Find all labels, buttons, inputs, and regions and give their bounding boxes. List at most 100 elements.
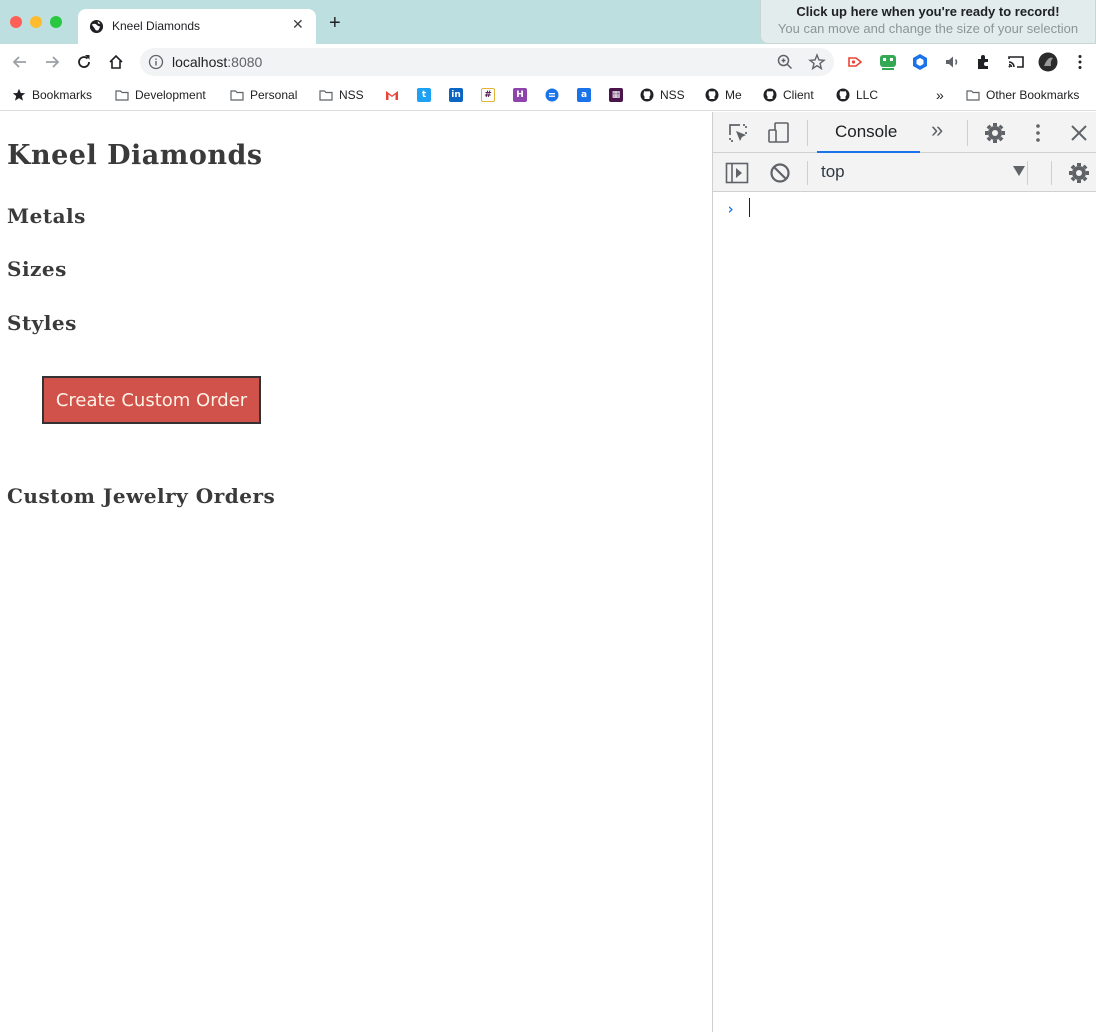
bookmark-development[interactable]: Development: [115, 86, 206, 104]
zoom-window-button[interactable]: [50, 16, 62, 28]
toolbar-divider: [1051, 161, 1052, 185]
recorder-overlay[interactable]: Click up here when you're ready to recor…: [760, 0, 1096, 44]
slack-icon: #: [481, 88, 495, 102]
bookmark-label: Other Bookmarks: [986, 88, 1080, 102]
minimize-window-button[interactable]: [30, 16, 42, 28]
bookmark-twitter[interactable]: t: [417, 86, 431, 104]
more-bookmarks-button[interactable]: »: [936, 86, 944, 104]
bookmark-personal[interactable]: Personal: [230, 86, 297, 104]
tab-console-label: Console: [835, 122, 898, 141]
device-toolbar-icon[interactable]: [767, 121, 791, 145]
home-icon[interactable]: [106, 52, 126, 72]
dropdown-arrow-icon: [1013, 166, 1025, 176]
metals-heading: Metals: [7, 204, 86, 228]
globe-icon: [89, 19, 104, 34]
page-content: Kneel Diamonds Metals Sizes Styles Creat…: [0, 112, 712, 1032]
bookmark-github-llc[interactable]: LLC: [836, 86, 878, 104]
clear-console-icon[interactable]: [769, 162, 791, 184]
inspect-element-icon[interactable]: [727, 122, 749, 144]
create-custom-order-button[interactable]: Create Custom Order: [42, 376, 261, 424]
cast-icon[interactable]: [1006, 52, 1026, 72]
bookmark-label: LLC: [856, 88, 879, 102]
bookmark-bookmarks[interactable]: Bookmarks: [12, 86, 92, 104]
hex-extension-icon[interactable]: [910, 52, 930, 72]
console-prompt-icon: ›: [726, 200, 736, 218]
extensions-puzzle-icon[interactable]: [974, 52, 994, 72]
console-input[interactable]: [749, 198, 750, 217]
context-selector[interactable]: top: [821, 161, 1025, 183]
back-icon[interactable]: [10, 52, 30, 72]
bookmark-label: NSS: [339, 88, 364, 102]
github-icon: [836, 88, 850, 102]
browser-window: Kneel Diamonds ✕ + Click up here when yo…: [0, 0, 1096, 1032]
bookmarks-bar: Bookmarks Development Personal NSS t in …: [0, 80, 1096, 111]
close-devtools-icon[interactable]: [1069, 123, 1089, 143]
trello-icon: ▦: [609, 88, 623, 102]
more-tabs-icon[interactable]: »: [931, 117, 943, 143]
amazon-icon: a: [577, 88, 591, 102]
new-tab-button[interactable]: +: [329, 13, 341, 33]
bookmark-trello[interactable]: ▦: [609, 86, 623, 104]
toolbar-divider: [1027, 161, 1028, 185]
toolbar-divider: [967, 120, 968, 146]
bookmark-slack[interactable]: #: [481, 86, 495, 104]
toolbar-divider: [807, 120, 808, 146]
tab-console[interactable]: Console: [817, 112, 920, 153]
bookmark-linkedin[interactable]: in: [449, 86, 463, 104]
bookmark-label: Development: [135, 88, 206, 102]
bookmark-label: NSS: [660, 88, 685, 102]
site-info-icon[interactable]: [148, 54, 164, 70]
bookmark-other[interactable]: Other Bookmarks: [966, 86, 1079, 104]
bookmark-label: Client: [783, 88, 814, 102]
recorder-hint: You can move and change the size of your…: [777, 21, 1079, 36]
forward-icon[interactable]: [42, 52, 62, 72]
devtools-menu-icon[interactable]: [1027, 122, 1049, 144]
grammar-extension-icon[interactable]: [878, 52, 898, 72]
speaker-icon[interactable]: [942, 52, 962, 72]
browser-toolbar: localhost:8080: [0, 44, 1096, 80]
h-icon: H: [513, 88, 527, 102]
bookmark-gmail[interactable]: [385, 86, 399, 104]
folder-icon: [115, 90, 129, 101]
sidebar-toggle-icon[interactable]: [725, 162, 749, 184]
address-bar[interactable]: localhost:8080: [140, 48, 834, 76]
bookmark-h[interactable]: H: [513, 86, 527, 104]
folder-icon: [966, 90, 980, 101]
bookmark-github-nss[interactable]: NSS: [640, 86, 685, 104]
tab-strip: Kneel Diamonds ✕ + Click up here when yo…: [0, 0, 1096, 44]
browser-tab[interactable]: Kneel Diamonds ✕: [78, 9, 316, 44]
url-port: :8080: [227, 54, 263, 70]
reload-icon[interactable]: [74, 52, 94, 72]
page-title: Kneel Diamonds: [7, 140, 263, 171]
console-settings-gear-icon[interactable]: [1067, 161, 1091, 185]
bookmark-star-icon[interactable]: [808, 53, 826, 71]
folder-icon: [230, 90, 244, 101]
bookmark-label: Me: [725, 88, 742, 102]
custom-orders-heading: Custom Jewelry Orders: [7, 484, 276, 508]
gmail-icon: [386, 91, 398, 100]
star-icon: [12, 88, 26, 101]
twitter-icon: t: [417, 88, 431, 102]
cast-record-extension-icon[interactable]: [846, 52, 866, 72]
settings-gear-icon[interactable]: [983, 121, 1007, 145]
recorder-headline: Click up here when you're ready to recor…: [796, 4, 1060, 19]
close-window-button[interactable]: [10, 16, 22, 28]
url-text: localhost:8080: [172, 54, 262, 70]
url-host: localhost: [172, 54, 228, 70]
devtools-panel: Console » top ›: [712, 112, 1096, 1032]
linkedin-icon: in: [449, 88, 463, 102]
chat-icon: [545, 88, 559, 102]
devtools-tab-bar: Console »: [713, 112, 1096, 153]
bookmark-github-me[interactable]: Me: [705, 86, 742, 104]
bookmark-nss-folder[interactable]: NSS: [319, 86, 364, 104]
bookmark-github-client[interactable]: Client: [763, 86, 814, 104]
bookmark-amazon[interactable]: a: [577, 86, 591, 104]
avatar[interactable]: [1038, 52, 1058, 72]
browser-menu-icon[interactable]: [1070, 52, 1090, 72]
context-value: top: [821, 162, 845, 181]
zoom-icon[interactable]: [776, 53, 794, 71]
bookmark-chat[interactable]: [545, 86, 559, 104]
github-icon: [705, 88, 719, 102]
bookmark-label: Personal: [250, 88, 298, 102]
close-tab-icon[interactable]: ✕: [292, 16, 304, 33]
